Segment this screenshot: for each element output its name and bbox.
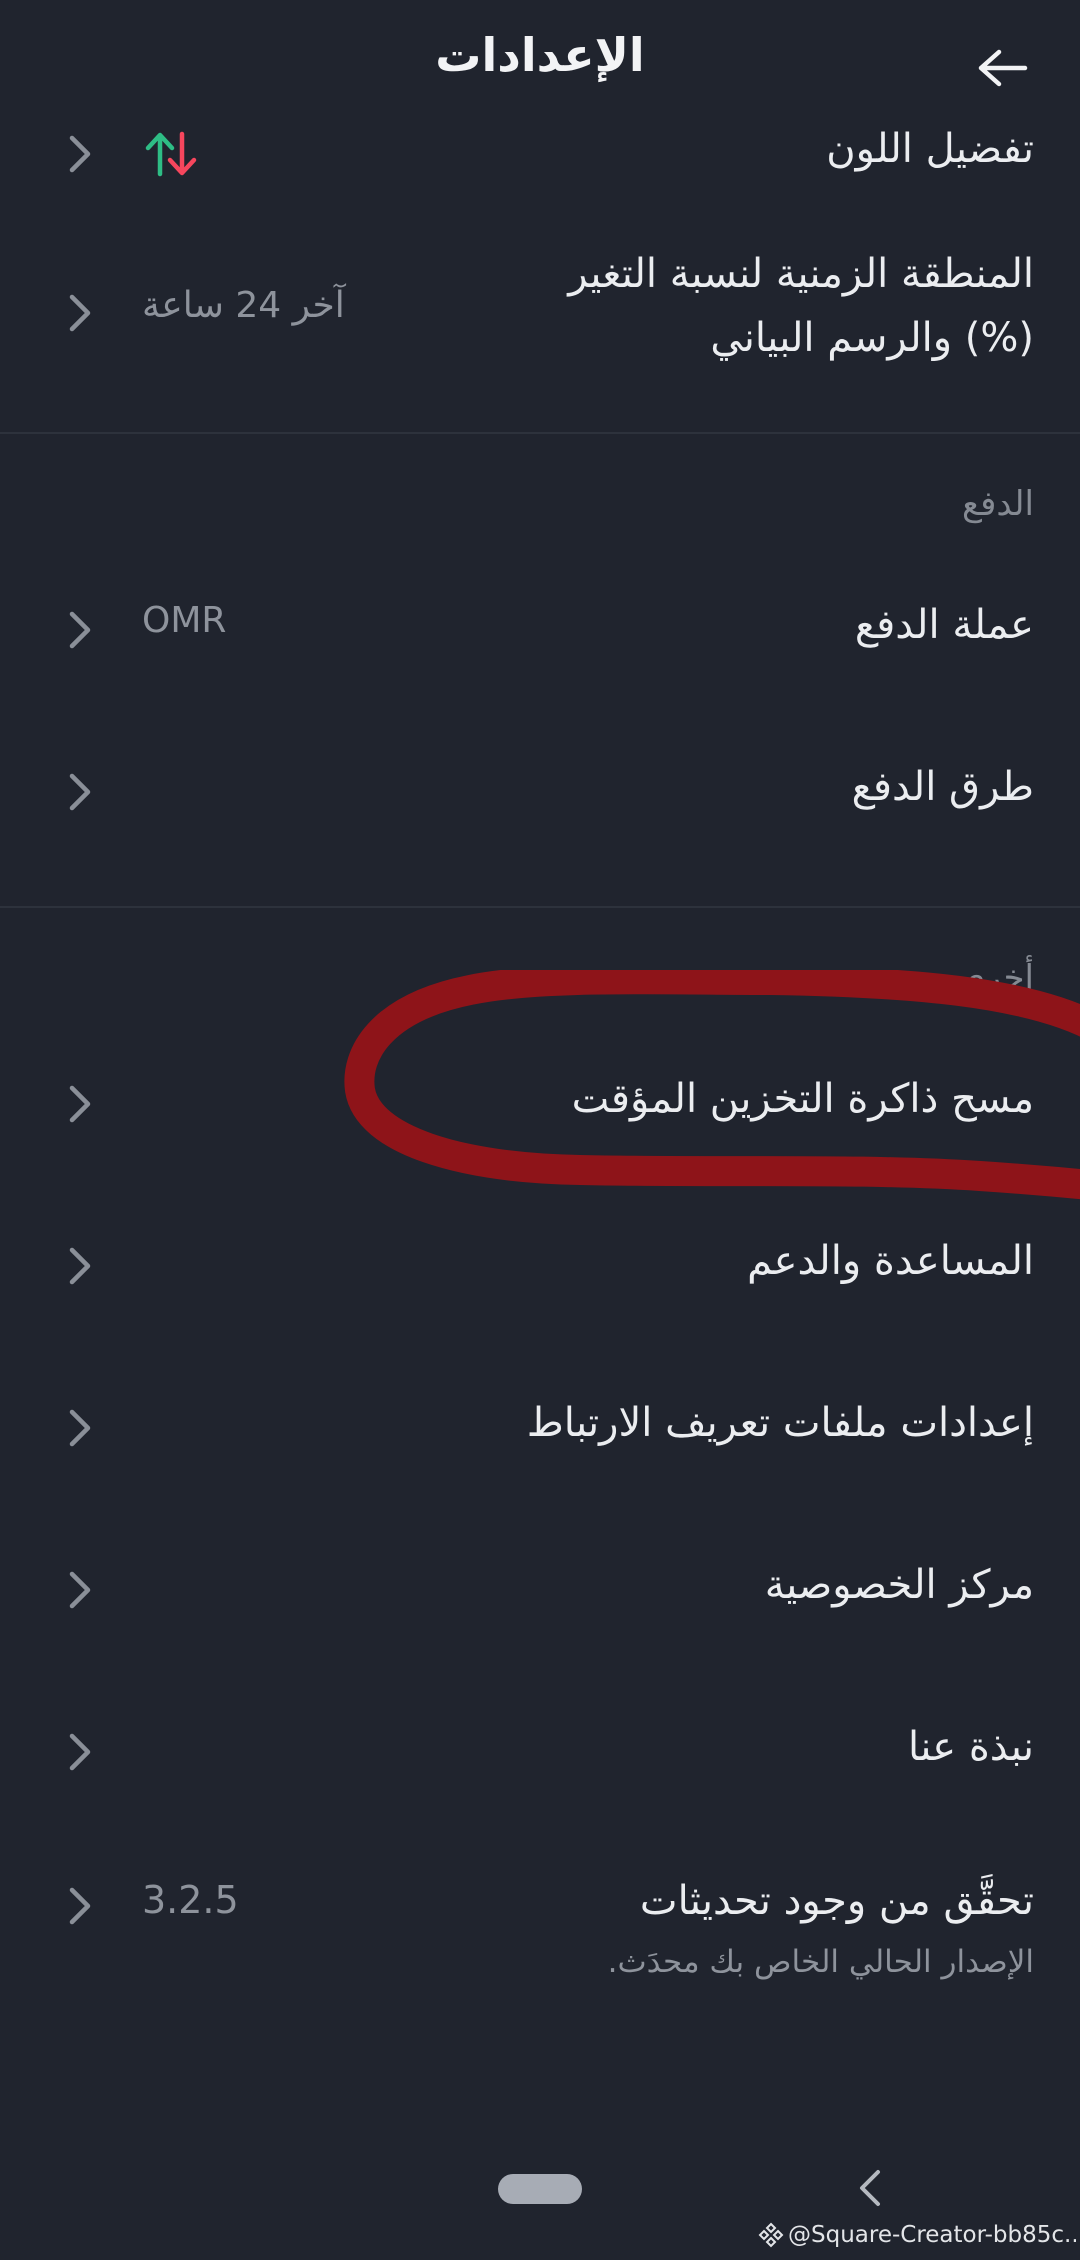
clear-cache-label: مسح ذاكرة التخزين المؤقت	[571, 1076, 1034, 1122]
arrow-left-icon	[978, 49, 1028, 87]
back-button[interactable]	[968, 40, 1038, 96]
chevron-right-icon	[69, 1733, 91, 1771]
chevron-right-icon	[69, 1571, 91, 1609]
check-updates-subtext: الإصدار الحالي الخاص بك محدَث.	[607, 1944, 1034, 1980]
section-divider	[0, 432, 1080, 434]
payment-currency-row[interactable]: عملة الدفع OMR	[0, 596, 1080, 666]
color-preference-row[interactable]: تفضيل اللون	[0, 120, 1080, 190]
chevron-right-icon	[69, 1085, 91, 1123]
timezone-label-line1: المنطقة الزمنية لنسبة التغير	[568, 251, 1034, 297]
page-title: الإعدادات	[435, 28, 645, 82]
payment-methods-label: طرق الدفع	[851, 764, 1034, 810]
privacy-center-label: مركز الخصوصية	[764, 1562, 1034, 1608]
deeplink-settings-row[interactable]: إعدادات ملفات تعريف الارتباط	[0, 1394, 1080, 1464]
up-down-arrows-icon	[145, 131, 197, 177]
timezone-value: آخر 24 ساعة	[142, 285, 345, 326]
watermark: @Square-Creator-bb85c...	[758, 2218, 1076, 2252]
chevron-right-icon	[69, 1409, 91, 1447]
home-indicator[interactable]	[498, 2174, 582, 2204]
payment-methods-row[interactable]: طرق الدفع	[0, 758, 1080, 828]
chevron-right-icon	[69, 1247, 91, 1285]
check-updates-label: تحقَّق من وجود تحديثات	[639, 1878, 1034, 1924]
check-updates-row[interactable]: تحقَّق من وجود تحديثات الإصدار الحالي ال…	[0, 1872, 1080, 1982]
privacy-center-row[interactable]: مركز الخصوصية	[0, 1556, 1080, 1626]
timezone-label-line2: (%) والرسم البياني	[710, 315, 1034, 361]
payment-currency-value: OMR	[142, 600, 227, 641]
chevron-right-icon	[69, 135, 91, 173]
timezone-row[interactable]: المنطقة الزمنية لنسبة التغير (%) والرسم …	[0, 245, 1080, 385]
payment-currency-label: عملة الدفع	[854, 602, 1034, 648]
section-divider	[0, 906, 1080, 908]
chevron-right-icon	[69, 294, 91, 332]
header: الإعدادات	[0, 0, 1080, 130]
nav-back-icon[interactable]	[856, 2166, 884, 2210]
section-label-payment: الدفع	[961, 484, 1034, 524]
about-us-label: نبذة عنا	[908, 1724, 1034, 1770]
settings-screen: الإعدادات تفضيل اللون المنطقة الزمنية لن…	[0, 0, 1080, 2260]
chevron-right-icon	[69, 611, 91, 649]
chevron-right-icon	[69, 1887, 91, 1925]
about-us-row[interactable]: نبذة عنا	[0, 1718, 1080, 1788]
watermark-text: @Square-Creator-bb85c...	[788, 2222, 1076, 2248]
clear-cache-row[interactable]: مسح ذاكرة التخزين المؤقت	[0, 1070, 1080, 1140]
section-label-other: أخرى	[958, 958, 1034, 998]
color-preference-label: تفضيل اللون	[826, 126, 1034, 172]
help-support-row[interactable]: المساعدة والدعم	[0, 1232, 1080, 1302]
deeplink-settings-label: إعدادات ملفات تعريف الارتباط	[526, 1400, 1034, 1446]
chevron-right-icon	[69, 773, 91, 811]
app-version-value: 3.2.5	[142, 1878, 239, 1922]
binance-logo-icon	[758, 2222, 784, 2248]
help-support-label: المساعدة والدعم	[747, 1238, 1034, 1284]
